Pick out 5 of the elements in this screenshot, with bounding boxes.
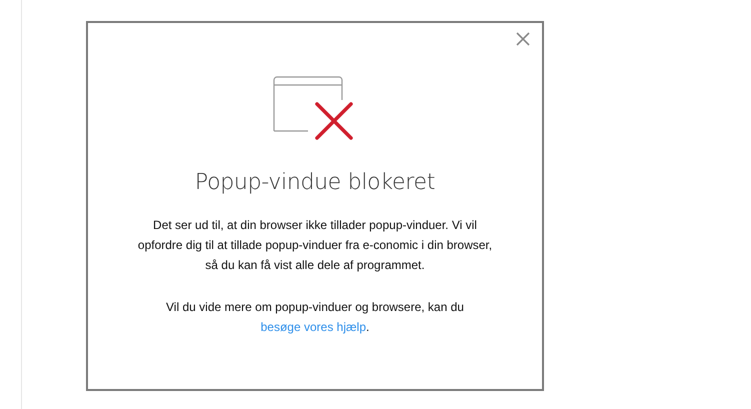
message-text: Det ser ud til, at din browser ikke tillader popup-vinduer. Vi vil opfordre dig til at tillade popup-vinduer fra e-conomic i din browser, så du kan få vist alle dele af programmet. [136,217,494,274]
dialog-title: Popup-vindue blokeret [194,170,436,195]
help-link[interactable]: besøge vores hjælp [260,320,366,334]
help-text: Vil du vide mere om popup-vinduer og browsere, kan du besøge vores hjælp. [165,299,465,336]
close-icon[interactable] [516,32,530,46]
